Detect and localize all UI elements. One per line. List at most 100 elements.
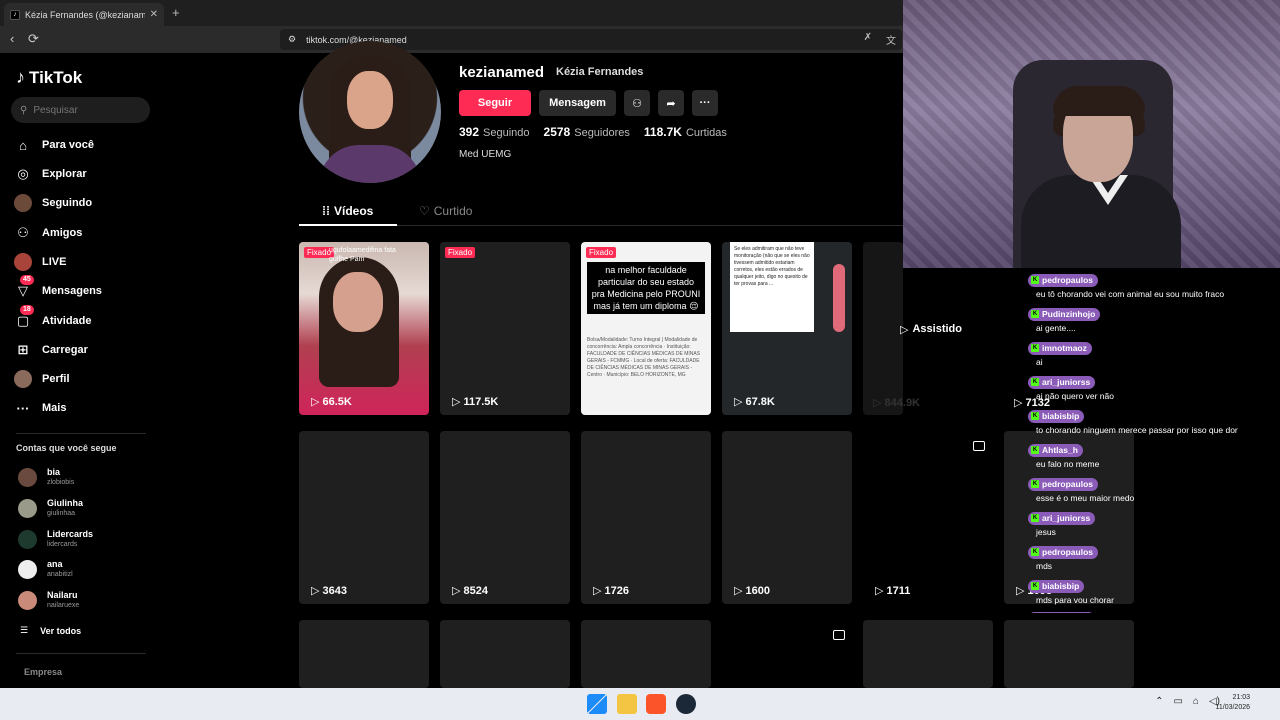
chat-username: Kbiabisbip <box>1028 579 1085 593</box>
kick-icon: K <box>1031 514 1039 522</box>
site-info-icon[interactable]: ⚙ <box>288 34 296 45</box>
followers-stat[interactable]: 2578 Seguidores <box>544 125 630 139</box>
reload-icon[interactable]: ⟳ <box>28 31 39 47</box>
search-box[interactable]: ⚲ <box>11 97 150 123</box>
chat-username: Kari_juniorss <box>1028 611 1096 613</box>
sidebar-item-mais[interactable]: ··· Mais <box>14 397 154 419</box>
sidebar-item-carregar[interactable]: ⊞ Carregar <box>14 339 154 361</box>
back-icon[interactable]: ‹ <box>10 31 14 46</box>
tiktok-logo[interactable]: ♪ TikTok <box>16 67 82 88</box>
view-count-value: 844.9K <box>884 397 921 409</box>
clock-time: 21:03 <box>1232 694 1250 701</box>
video-thumbnail[interactable] <box>299 620 429 688</box>
account-name: Nailaru <box>47 590 78 600</box>
video-thumbnail[interactable]: Se eles admitiram que não teve monitoraç… <box>722 242 852 415</box>
profile-avatar[interactable] <box>299 41 441 183</box>
kick-icon: K <box>1031 344 1039 352</box>
following-label: Seguindo <box>483 127 530 139</box>
video-thumbnail[interactable] <box>863 242 903 415</box>
display-icon[interactable]: ▭ <box>1173 696 1182 707</box>
browser-tab[interactable]: ♪ Kézia Fernandes (@kezianamed ✕ <box>4 3 164 26</box>
video-thumbnail[interactable] <box>1004 620 1134 688</box>
account-name: bia <box>47 467 61 477</box>
add-friend-icon[interactable]: ⚇ <box>624 90 650 116</box>
view-count: ▷ 3643 <box>311 584 347 598</box>
following-account[interactable]: Lidercards lidercards <box>18 526 148 552</box>
sidebar-item-label: Seguindo <box>42 197 93 209</box>
chat-text: jesus <box>1036 526 1056 537</box>
chat-user-text: ari_juniorss <box>1042 513 1091 523</box>
translate-off-icon[interactable]: ✗ <box>864 32 872 47</box>
chat-username: Kbiabisbip <box>1028 409 1085 423</box>
play-icon: ▷ <box>593 585 602 597</box>
video-thumbnail[interactable]: Fixado ▷ 117.5K <box>440 242 570 415</box>
sidebar-item-explorar[interactable]: ◎ Explorar <box>14 163 154 185</box>
video-thumbnail[interactable]: ▷ 1726 <box>581 431 711 604</box>
play-icon: ▷ <box>311 396 320 408</box>
following-account[interactable]: Nailaru nailaruexe <box>18 587 148 613</box>
following-account[interactable]: bia zlobiobis <box>18 464 148 490</box>
video-thumbnail[interactable]: ▷ 3643 <box>299 431 429 604</box>
view-count: ▷ 844.9K <box>873 396 920 409</box>
follow-button[interactable]: Seguir <box>459 90 531 116</box>
chat-username: K Pudinzinhojo <box>1028 307 1101 321</box>
view-count-value: 3643 <box>322 584 347 597</box>
company-link[interactable]: Empresa <box>24 667 62 677</box>
profile-nickname: Kézia Fernandes <box>556 66 644 78</box>
new-tab-button[interactable]: + <box>172 5 180 20</box>
video-thumbnail[interactable]: ▷ 1711 <box>863 431 993 604</box>
sidebar-item-live[interactable]: LIVE <box>14 251 154 273</box>
sidebar-item-amigos[interactable]: ⚇ Amigos <box>14 222 154 244</box>
profile-username: kezianamed <box>459 64 545 81</box>
following-account[interactable]: ana anabitizl <box>18 556 148 582</box>
kick-icon: K <box>1031 276 1039 284</box>
chat-text: ai não quero ver não <box>1036 390 1114 401</box>
network-icon[interactable]: ⌂ <box>1193 696 1199 707</box>
tab-liked[interactable]: ♡ Curtido <box>419 204 472 218</box>
view-count: ▷ 1726 <box>593 584 629 598</box>
clock-date: 11/03/2026 <box>1215 704 1250 711</box>
sidebar-item-para-voce[interactable]: ⌂ Para você <box>14 134 154 156</box>
activity-icon: ▢ 18 <box>14 305 34 330</box>
chat-user-text: Ahtlas_h <box>1042 445 1078 455</box>
following-stat[interactable]: 392 Seguindo <box>459 125 530 139</box>
video-thumbnail[interactable] <box>863 620 993 688</box>
file-explorer-icon[interactable] <box>617 694 637 714</box>
following-account[interactable]: Giulinha giulinhaa <box>18 495 148 521</box>
stream-chat: Kpedropaulos eu tô chorando vei com anima… <box>1028 268 1280 613</box>
video-thumbnail[interactable] <box>581 620 711 688</box>
sidebar-item-atividade[interactable]: ▢ 18 Atividade <box>14 305 154 332</box>
share-icon[interactable]: ➦ <box>658 90 684 116</box>
video-thumbnail[interactable]: na melhor faculdade particular do seu es… <box>581 242 711 415</box>
more-options-icon[interactable]: ··· <box>692 90 718 116</box>
chat-username: Kpedropaulos <box>1028 477 1099 491</box>
message-button[interactable]: Mensagem <box>539 90 616 116</box>
sidebar-item-mensagens[interactable]: ▽ 45 Mensagens <box>14 275 154 302</box>
chat-user-text: biabisbip <box>1042 581 1080 591</box>
video-thumbnail[interactable]: ▷ 1600 <box>722 431 852 604</box>
see-all-button[interactable]: ☰ Ver todos <box>20 625 81 636</box>
sidebar-divider <box>16 653 146 654</box>
video-thumbnail[interactable] <box>440 620 570 688</box>
avatar <box>18 498 37 518</box>
taskbar-clock[interactable]: 21:03 11/03/2026 <box>1215 693 1250 713</box>
video-thumbnail[interactable]: Fixado ugufolaamedifina fata gulfhe Pam … <box>299 242 429 415</box>
chat-username: Kari_juniorss <box>1028 375 1096 389</box>
sidebar-item-seguindo[interactable]: Seguindo <box>14 192 154 214</box>
steam-icon[interactable] <box>676 694 696 714</box>
chat-username: Kpedropaulos <box>1028 273 1099 287</box>
webcam-overlay <box>903 0 1280 268</box>
sidebar-item-perfil[interactable]: Perfil <box>14 368 154 390</box>
followers-count: 2578 <box>543 125 571 139</box>
view-count-value: 1711 <box>886 584 911 597</box>
close-tab-icon[interactable]: ✕ <box>150 9 158 20</box>
chevron-up-icon[interactable]: ⌃ <box>1155 696 1163 707</box>
brave-browser-icon[interactable] <box>646 694 666 714</box>
windows-start-icon[interactable] <box>587 694 607 714</box>
avatar <box>18 529 37 549</box>
search-input[interactable] <box>33 104 134 116</box>
view-count: ▷ 67.8K <box>734 395 775 409</box>
translate-icon[interactable]: 文 <box>886 32 896 47</box>
video-thumbnail[interactable]: ▷ 8524 <box>440 431 570 604</box>
tab-videos[interactable]: ⁞⁞ Vídeos <box>322 204 373 218</box>
